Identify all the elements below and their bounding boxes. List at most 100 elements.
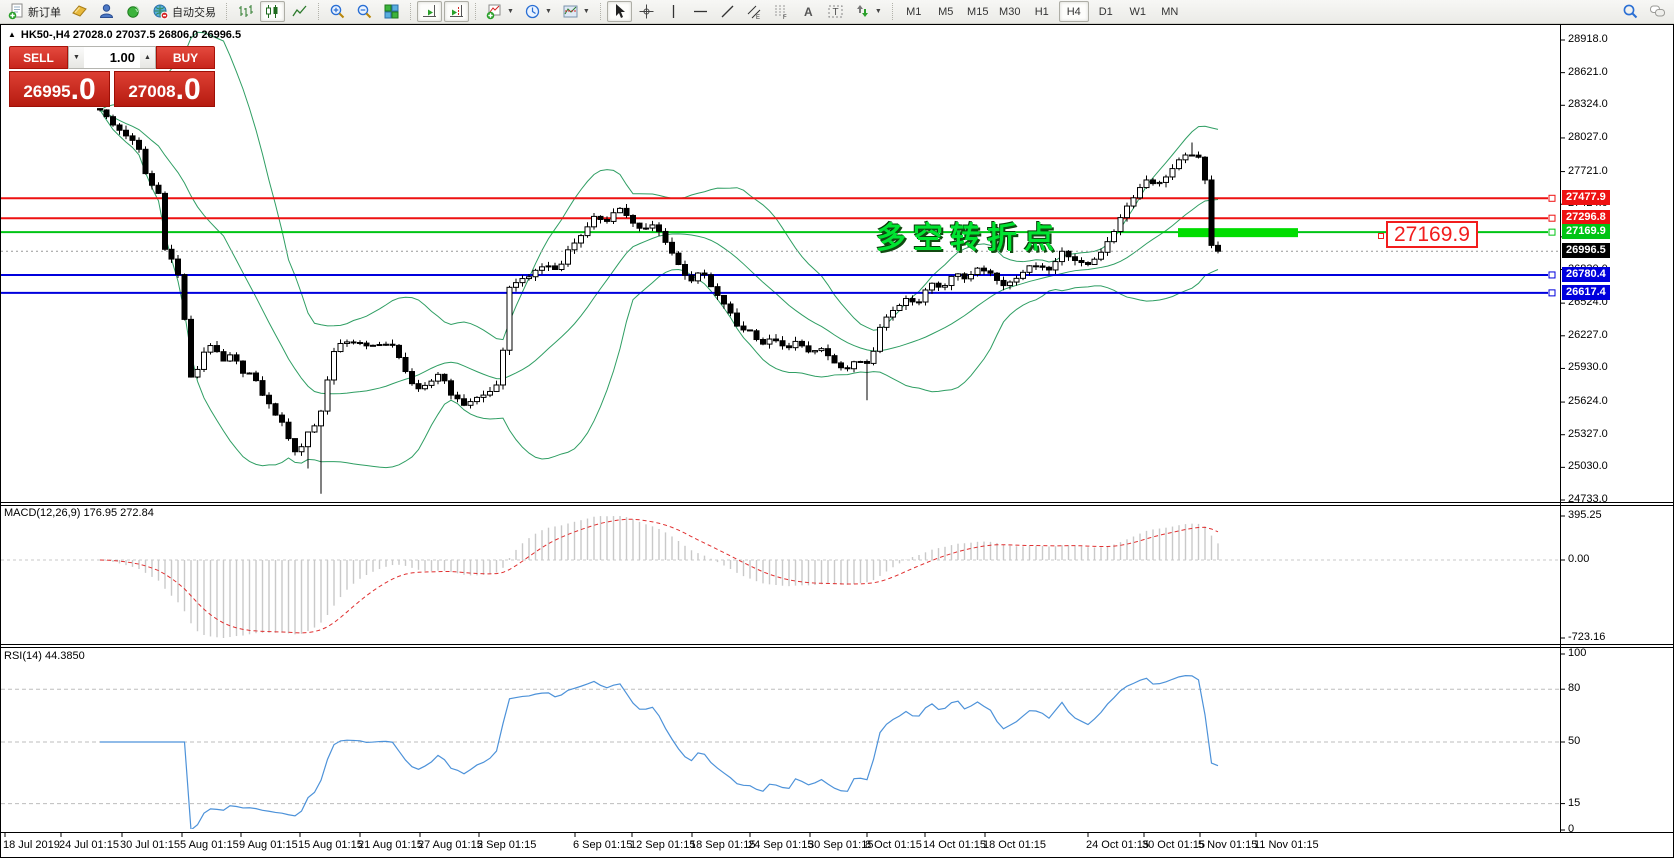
chart-canvas[interactable] [0, 0, 1674, 858]
search-button[interactable] [1618, 1, 1643, 22]
bar-chart-icon [237, 3, 254, 20]
level-price-tag-support: 26617.4 [1562, 285, 1610, 300]
rsi-axis-tick: 80 [1568, 682, 1580, 694]
timeframe-MN[interactable]: MN [1155, 1, 1185, 22]
price-axis-tick: 28621.0 [1568, 66, 1608, 78]
time-axis-label: 6 Sep 01:15 [573, 839, 632, 851]
chart-window-border [1, 25, 1674, 858]
time-axis-label: 27 Aug 01:15 [418, 839, 483, 851]
tile-windows-button[interactable] [379, 1, 404, 22]
template-icon [562, 3, 579, 20]
shapes-button[interactable]: ▼ [850, 1, 886, 22]
chat-button[interactable] [1645, 1, 1670, 22]
fibonacci-button[interactable]: F [769, 1, 794, 22]
chart-title: ▲ HK50-,H4 27028.0 27037.5 26806.0 26996.… [8, 29, 241, 41]
text-label-button[interactable]: T [823, 1, 848, 22]
callout-anchor-square [1378, 233, 1384, 239]
buy-price-main: 27008 [128, 80, 175, 104]
toolbar-separator [410, 3, 411, 20]
line-chart-button[interactable] [287, 1, 312, 22]
svg-text:A: A [804, 5, 813, 19]
auto-trading-button[interactable]: 自动交易 [148, 1, 220, 22]
svg-text:E: E [756, 15, 760, 20]
level-endpoint[interactable] [1549, 272, 1555, 278]
time-axis-label: 21 Aug 01:15 [358, 839, 423, 851]
level-price-tag-resistance: 27296.8 [1562, 210, 1610, 225]
text-button[interactable]: A [796, 1, 821, 22]
auto-scroll-button[interactable] [417, 1, 442, 22]
volume-input[interactable] [84, 47, 140, 68]
channel-button[interactable]: E [742, 1, 767, 22]
trendline-button[interactable] [715, 1, 740, 22]
time-axis-label: 30 Jul 01:15 [120, 839, 180, 851]
volume-up-button[interactable]: ▲ [140, 47, 155, 68]
zoom-out-button[interactable] [352, 1, 377, 22]
toolbar-separator [226, 3, 227, 20]
chart-shift-button[interactable] [444, 1, 469, 22]
horizontal-line-icon [692, 3, 709, 20]
level-price-tag-resistance: 27477.9 [1562, 190, 1610, 205]
level-endpoint[interactable] [1549, 229, 1555, 235]
timeframe-H4[interactable]: H4 [1059, 1, 1089, 22]
time-axis-label: 8 Oct 01:15 [865, 839, 922, 851]
pivot-highlight-bar[interactable] [1178, 228, 1298, 237]
auto-scroll-icon [421, 3, 438, 20]
sell-price-button[interactable]: 26995.0 [9, 71, 110, 107]
candlestick-chart-icon [264, 3, 281, 20]
rsi-axis-tick: 15 [1568, 797, 1580, 809]
timeframe-group: M1M5M15M30H1H4D1W1MN [898, 1, 1186, 22]
panel-toggle-icon[interactable]: ▲ [8, 30, 16, 39]
time-axis-label: 18 Jul 2019 [3, 839, 60, 851]
annotation-text[interactable]: 多空转折点 [876, 213, 1061, 257]
candlestick-chart-button[interactable] [260, 1, 285, 22]
dropdown-caret: ▼ [545, 8, 552, 15]
price-callout-box[interactable]: 27169.9 [1386, 221, 1478, 248]
buy-button[interactable]: BUY [156, 46, 215, 69]
horizontal-line-button[interactable] [688, 1, 713, 22]
cursor-button[interactable] [607, 1, 632, 22]
timeframe-W1[interactable]: W1 [1123, 1, 1153, 22]
timeframe-M5[interactable]: M5 [931, 1, 961, 22]
timeframe-M1[interactable]: M1 [899, 1, 929, 22]
profile-button[interactable] [94, 1, 119, 22]
level-endpoint[interactable] [1549, 290, 1555, 296]
fibonacci-icon: F [773, 3, 790, 20]
new-order-button[interactable]: 新订单 [4, 1, 65, 22]
toolbar-separator [318, 3, 319, 20]
signals-button[interactable] [121, 1, 146, 22]
bar-chart-button[interactable] [233, 1, 258, 22]
svg-text:T: T [832, 7, 838, 18]
timeframe-D1[interactable]: D1 [1091, 1, 1121, 22]
timeframe-M15[interactable]: M15 [963, 1, 993, 22]
level-endpoint[interactable] [1549, 215, 1555, 221]
price-axis-tick: 27721.0 [1568, 165, 1608, 177]
volume-down-button[interactable]: ▼ [69, 47, 84, 68]
current-price-tag: 26996.5 [1562, 243, 1610, 258]
zoom-in-icon [329, 3, 346, 20]
clock-icon [524, 3, 541, 20]
time-axis-label: 12 Sep 01:15 [630, 839, 695, 851]
svg-text:F: F [783, 15, 787, 20]
macd-axis-tick: 0.00 [1568, 553, 1589, 565]
market-depth-button[interactable] [67, 1, 92, 22]
time-axis-label: 24 Jul 01:15 [59, 839, 119, 851]
text-icon: A [800, 3, 817, 20]
indicators-button[interactable]: ▼ [482, 1, 518, 22]
templates-button[interactable]: ▼ [558, 1, 594, 22]
zoom-out-icon [356, 3, 373, 20]
timeframe-M30[interactable]: M30 [995, 1, 1025, 22]
sell-button[interactable]: SELL [9, 46, 68, 69]
buy-price-button[interactable]: 27008.0 [114, 71, 215, 107]
timeframe-H1[interactable]: H1 [1027, 1, 1057, 22]
dropdown-caret: ▼ [875, 8, 882, 15]
level-endpoint[interactable] [1549, 195, 1555, 201]
time-axis-label: 11 Nov 01:15 [1254, 839, 1319, 851]
chart-title-text: HK50-,H4 27028.0 27037.5 26806.0 26996.5 [21, 29, 241, 41]
periods-menu-button[interactable]: ▼ [520, 1, 556, 22]
zoom-in-button[interactable] [325, 1, 350, 22]
time-axis-label: 30 Oct 01:15 [1142, 839, 1205, 851]
crosshair-button[interactable] [634, 1, 659, 22]
level-price-tag-pivot: 27169.9 [1562, 224, 1610, 239]
vertical-line-button[interactable] [661, 1, 686, 22]
rsi-axis-tick: 0 [1568, 823, 1574, 835]
